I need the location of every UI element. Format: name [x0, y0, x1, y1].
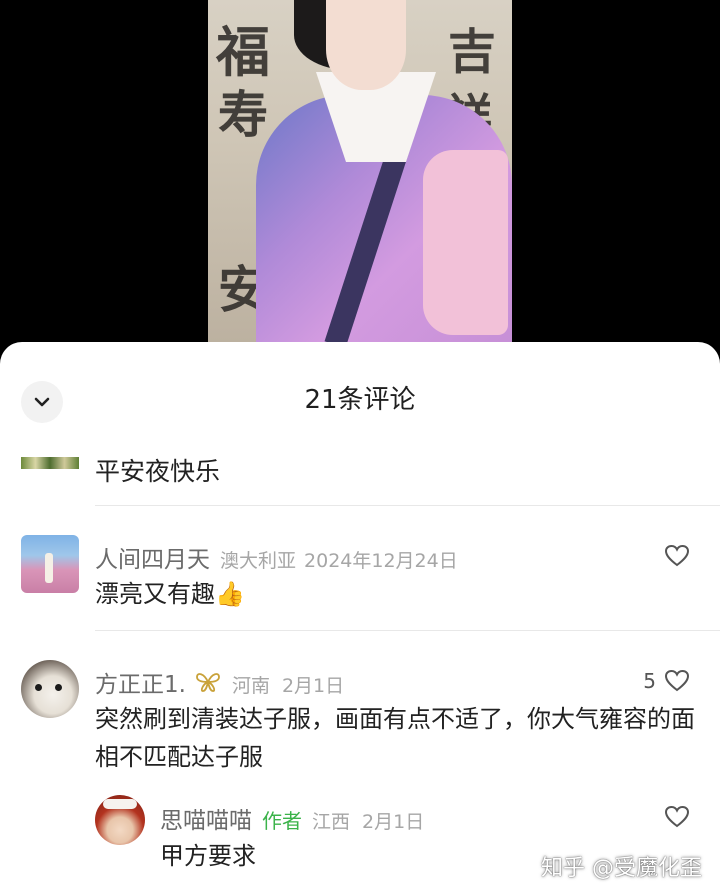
location: 江西 — [312, 811, 351, 833]
comment-text-body: 漂亮又有趣 — [95, 580, 215, 608]
avatar[interactable] — [21, 660, 79, 718]
comment-date: 2月1日 — [362, 811, 425, 833]
username[interactable]: 方正正1. — [95, 665, 186, 699]
butterfly-icon — [196, 673, 220, 692]
background-calligraphy: 寿 — [218, 85, 268, 144]
heart-icon — [664, 805, 690, 828]
heart-icon — [664, 669, 690, 692]
location: 河南 — [231, 675, 270, 697]
video-player[interactable]: 福 寿 吉 祥 安 — [0, 0, 720, 360]
heart-icon — [664, 544, 690, 567]
comment-meta-row: 人间四月天 澳大利亚 2024年12月24日 — [95, 540, 458, 574]
username[interactable]: 人间四月天 — [95, 540, 210, 574]
comment-text: 甲方要求 — [160, 842, 256, 870]
avatar[interactable] — [95, 795, 145, 845]
reply-meta-row: 思喵喵喵 作者 江西 2月1日 — [160, 801, 424, 835]
figure-handkerchief — [423, 150, 508, 335]
comment-text: 突然刷到清装达子服，画面有点不适了，你大气雍容的面相不匹配达子服 — [95, 705, 695, 771]
background-calligraphy: 吉 — [448, 24, 497, 80]
username[interactable]: 思喵喵喵 — [160, 801, 252, 835]
thumbs-up-icon: 👍 — [215, 580, 245, 608]
comment-text: 漂亮又有趣👍 — [95, 575, 245, 613]
comment-sheet: 21条评论 平安夜快乐 人间四月天 澳大利亚 2024年12月24日 漂亮又有趣… — [0, 342, 720, 896]
avatar[interactable] — [21, 535, 79, 593]
comment-image-thumbnail[interactable] — [21, 457, 79, 469]
figure-face — [326, 0, 406, 90]
comment-date: 2月1日 — [281, 675, 345, 697]
like-button[interactable] — [664, 805, 690, 829]
comment-date: 2024年12月24日 — [304, 550, 458, 572]
divider — [95, 505, 720, 506]
video-frame: 福 寿 吉 祥 安 — [208, 0, 512, 345]
sheet-header: 21条评论 — [0, 342, 720, 462]
location: 澳大利亚 — [220, 550, 297, 572]
divider — [95, 630, 720, 631]
comment-count-title: 21条评论 — [304, 385, 416, 415]
like-count: 5 — [643, 669, 656, 693]
comment-text: 平安夜快乐 — [95, 457, 221, 486]
comment-meta-row: 方正正1. 河南 2月1日 — [95, 665, 344, 699]
watermark: 知乎 @受魔化歪 — [541, 856, 702, 881]
like-button[interactable]: 5 — [643, 669, 690, 693]
like-button[interactable] — [664, 544, 690, 568]
author-badge: 作者 — [262, 809, 302, 833]
